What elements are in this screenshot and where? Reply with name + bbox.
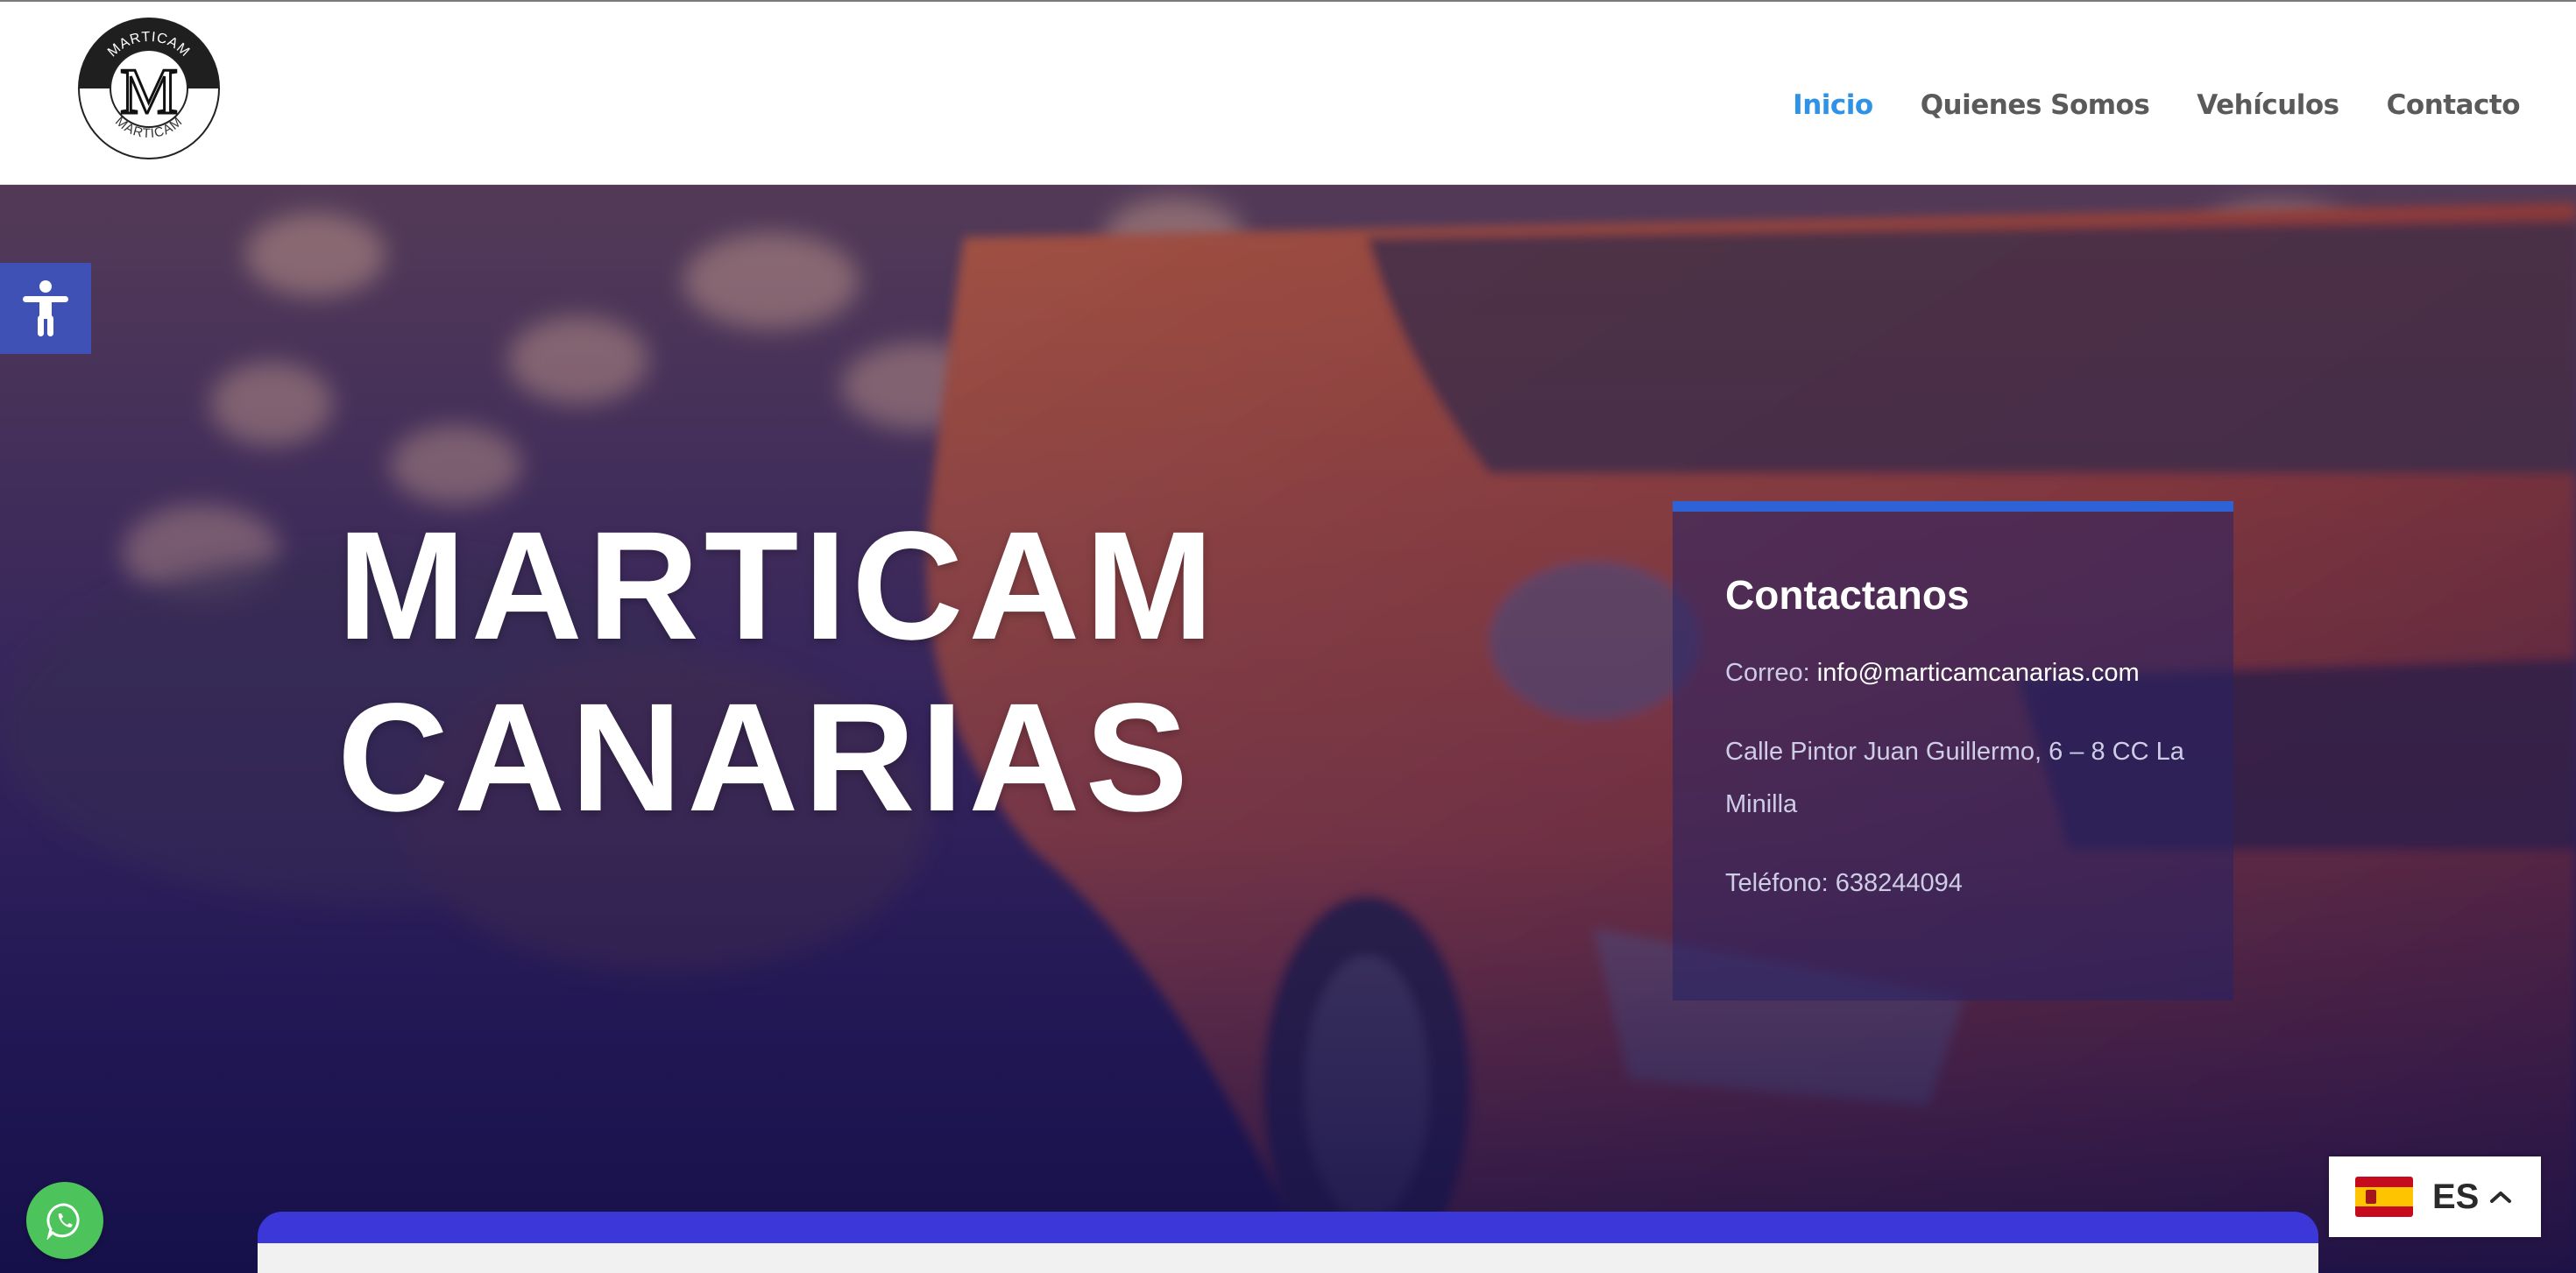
marticam-logo[interactable]: MARTICAM MARTICAM M: [77, 17, 221, 160]
spain-flag-icon: [2355, 1177, 2413, 1217]
contact-email-line: Correo: info@marticamcanarias.com: [1725, 647, 2198, 699]
bottom-content-strip: [258, 1212, 2318, 1273]
hero-title-line2: CANARIAS: [337, 672, 1193, 844]
contact-heading: Contactanos: [1725, 572, 1970, 618]
bottom-content-panel: [258, 1243, 2318, 1273]
nav-inicio[interactable]: Inicio: [1793, 89, 1873, 121]
contact-email-link[interactable]: info@marticamcanarias.com: [1817, 659, 2140, 687]
main-nav: Inicio Quienes Somos Vehículos Contacto: [1793, 89, 2520, 121]
language-code: ES: [2432, 1177, 2480, 1216]
nav-contacto[interactable]: Contacto: [2387, 89, 2521, 121]
chevron-up-icon: [2490, 1192, 2512, 1203]
hero-title-line1: MARTICAM: [337, 500, 1220, 672]
contact-card: Contactanos Correo: info@marticamcanaria…: [1673, 501, 2233, 1001]
nav-vehiculos[interactable]: Vehículos: [2197, 89, 2339, 121]
accessibility-toolbar-button[interactable]: [0, 263, 91, 354]
whatsapp-button[interactable]: [26, 1182, 103, 1259]
contact-email-label: Correo:: [1725, 659, 1817, 687]
contact-phone: Teléfono: 638244094: [1725, 869, 1963, 897]
hero-section: MARTICAM CANARIAS Contactanos Correo: in…: [0, 185, 2576, 1273]
language-switcher[interactable]: ES: [2329, 1156, 2541, 1237]
nav-quienes-somos[interactable]: Quienes Somos: [1921, 89, 2150, 121]
whatsapp-icon: [46, 1203, 80, 1240]
site-header: MARTICAM MARTICAM M Inicio Quienes Somos…: [0, 2, 2576, 185]
logo-letter: M: [120, 56, 178, 128]
contact-address: Calle Pintor Juan Guillermo, 6 – 8 CC La…: [1725, 738, 2184, 818]
accessibility-person-icon: [23, 280, 68, 336]
hero-title: MARTICAM CANARIAS: [337, 500, 1219, 844]
